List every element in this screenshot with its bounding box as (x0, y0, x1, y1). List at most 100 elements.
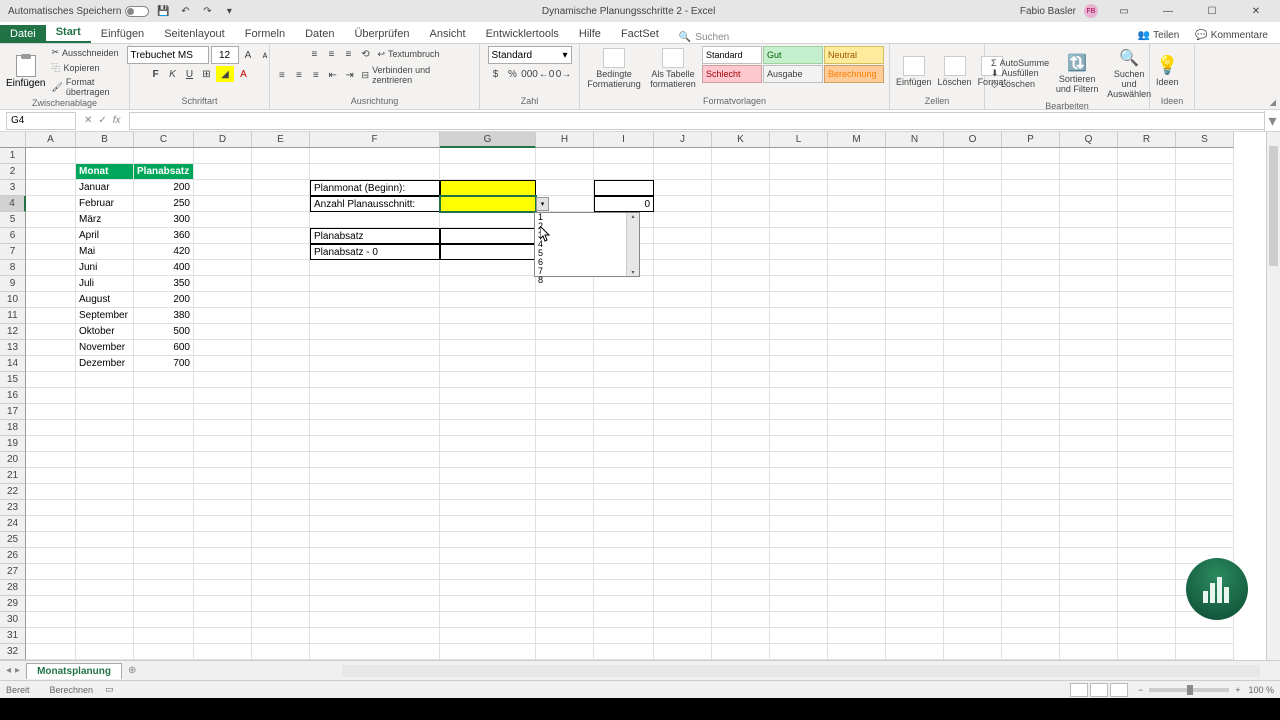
cell[interactable] (1060, 276, 1118, 292)
cell[interactable] (770, 404, 828, 420)
cell[interactable] (654, 228, 712, 244)
cell[interactable] (712, 436, 770, 452)
cell[interactable] (252, 436, 310, 452)
cell[interactable] (770, 564, 828, 580)
cell[interactable] (594, 644, 654, 660)
style-neutral[interactable]: Neutral (824, 46, 884, 64)
cell[interactable] (654, 340, 712, 356)
cell[interactable] (828, 228, 886, 244)
cell[interactable] (886, 292, 944, 308)
delete-cells-button[interactable]: Löschen (936, 54, 974, 89)
cell[interactable] (252, 260, 310, 276)
cell[interactable] (252, 228, 310, 244)
cell[interactable] (654, 484, 712, 500)
cell[interactable] (654, 500, 712, 516)
cell[interactable] (194, 388, 252, 404)
tell-me-search[interactable]: 🔍 Suchen (679, 32, 729, 43)
cell[interactable] (1002, 628, 1060, 644)
cell[interactable] (194, 148, 252, 164)
cell[interactable] (194, 308, 252, 324)
cell[interactable] (828, 292, 886, 308)
cell[interactable] (594, 564, 654, 580)
cell[interactable] (712, 564, 770, 580)
cell[interactable] (594, 436, 654, 452)
cell[interactable] (310, 212, 440, 228)
cell[interactable] (770, 516, 828, 532)
cell[interactable] (944, 260, 1002, 276)
cell[interactable] (536, 612, 594, 628)
cell[interactable] (134, 452, 194, 468)
cell[interactable] (1118, 596, 1176, 612)
cell-month-6[interactable]: Juli (76, 276, 134, 292)
cell[interactable] (26, 388, 76, 404)
zoom-out-button[interactable]: − (1138, 685, 1143, 695)
cell[interactable] (770, 148, 828, 164)
row-header-11[interactable]: 11 (0, 308, 26, 324)
cell[interactable] (1118, 292, 1176, 308)
cell[interactable] (1060, 372, 1118, 388)
cell[interactable] (1002, 292, 1060, 308)
cell[interactable] (1060, 548, 1118, 564)
row-header-16[interactable]: 16 (0, 388, 26, 404)
cell[interactable] (1118, 628, 1176, 644)
cell[interactable] (1060, 452, 1118, 468)
cell[interactable] (440, 340, 536, 356)
cell[interactable] (1060, 564, 1118, 580)
col-header-I[interactable]: I (594, 132, 654, 148)
cell[interactable] (886, 452, 944, 468)
cell[interactable] (26, 452, 76, 468)
view-page-layout-button[interactable] (1090, 683, 1108, 697)
cell[interactable] (770, 548, 828, 564)
cell[interactable] (134, 436, 194, 452)
label-planabsatz[interactable]: Planabsatz (310, 228, 440, 244)
cell[interactable] (944, 196, 1002, 212)
cell[interactable] (828, 644, 886, 660)
cell[interactable] (26, 324, 76, 340)
cell[interactable] (886, 548, 944, 564)
cell[interactable] (440, 148, 536, 164)
cell[interactable] (440, 436, 536, 452)
cell[interactable] (134, 612, 194, 628)
cell[interactable] (1118, 196, 1176, 212)
cell[interactable] (1176, 436, 1234, 452)
cell[interactable] (886, 228, 944, 244)
decrease-decimal-icon[interactable]: 0→ (556, 66, 572, 82)
toggle-pill[interactable] (125, 6, 149, 17)
cell[interactable] (310, 532, 440, 548)
cell[interactable] (828, 564, 886, 580)
cell[interactable] (1118, 420, 1176, 436)
cell[interactable] (1002, 212, 1060, 228)
cell[interactable] (134, 148, 194, 164)
cell[interactable] (654, 612, 712, 628)
cell[interactable] (76, 500, 134, 516)
style-berechnung[interactable]: Berechnung (824, 65, 884, 83)
cell[interactable] (1060, 404, 1118, 420)
cell[interactable] (1176, 340, 1234, 356)
cell[interactable] (194, 468, 252, 484)
cell[interactable] (440, 164, 536, 180)
cell[interactable] (536, 644, 594, 660)
wrap-text-button[interactable]: ↩Textumbruch (374, 48, 442, 61)
cell[interactable] (1002, 532, 1060, 548)
cell[interactable] (1118, 500, 1176, 516)
cell[interactable] (712, 228, 770, 244)
cell[interactable] (194, 244, 252, 260)
cell[interactable] (594, 324, 654, 340)
cell[interactable] (252, 404, 310, 420)
cell[interactable] (944, 484, 1002, 500)
sheet-tab-active[interactable]: Monatsplanung (26, 663, 122, 679)
cell[interactable] (828, 628, 886, 644)
fill-button[interactable]: ⬇Ausfüllen (989, 68, 1051, 79)
cell[interactable] (1118, 564, 1176, 580)
cell[interactable] (26, 420, 76, 436)
cell[interactable] (594, 452, 654, 468)
cell[interactable] (194, 580, 252, 596)
col-header-B[interactable]: B (76, 132, 134, 148)
cell[interactable] (252, 308, 310, 324)
cell[interactable] (828, 196, 886, 212)
cell[interactable] (1060, 388, 1118, 404)
cell[interactable] (712, 628, 770, 644)
cell[interactable] (1176, 180, 1234, 196)
cell[interactable] (654, 644, 712, 660)
font-size-combo[interactable]: 12 (211, 46, 239, 64)
